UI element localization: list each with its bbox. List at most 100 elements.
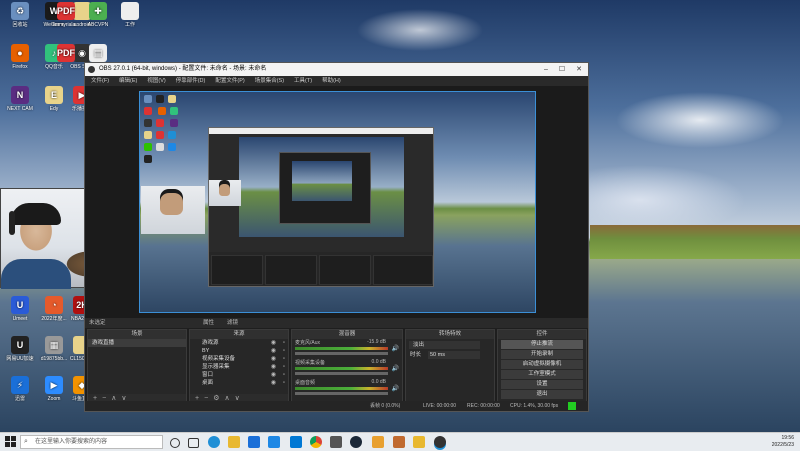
- channel-name: 麦克风/Aux: [295, 340, 321, 346]
- desktop-icon[interactable]: ♻ 回收站: [2, 2, 38, 28]
- mixer-channel: 视频采集设备 0.0 dB 🔊: [292, 359, 402, 379]
- source-item[interactable]: 桌面 ◉ ▫: [190, 379, 288, 387]
- channel-name: 视频采集设备: [295, 360, 326, 366]
- visibility-eye-icon[interactable]: ◉: [271, 339, 276, 347]
- visibility-eye-icon[interactable]: ◉: [271, 371, 276, 379]
- menu-item[interactable]: 场景集合(S): [255, 78, 284, 84]
- filters-button[interactable]: 滤镜: [227, 318, 238, 328]
- control-button[interactable]: 启动虚拟摄像机: [501, 360, 583, 369]
- vscode-icon[interactable]: [290, 436, 302, 448]
- visibility-eye-icon[interactable]: ◉: [271, 347, 276, 355]
- file-explorer-icon[interactable]: [228, 436, 240, 448]
- speaker-icon[interactable]: 🔊: [392, 385, 399, 392]
- system-clock[interactable]: 19:56 2022/5/23: [772, 435, 794, 449]
- source-label: 显示器采集: [202, 364, 230, 370]
- app-icon[interactable]: [330, 436, 342, 448]
- volume-slider[interactable]: [295, 392, 388, 395]
- transition-type-select[interactable]: 淡出: [409, 341, 480, 349]
- edge-icon[interactable]: [208, 436, 220, 448]
- desktop-icon[interactable]: ✚ ABCVPN: [80, 2, 116, 28]
- mixer-dock: 混音器 麦克风/Aux -15.9 dB 🔊 视频采集设备 0.0 dB 🔊 桌面音频 0.0…: [291, 329, 403, 405]
- speaker-icon[interactable]: 🔊: [392, 365, 399, 372]
- source-item[interactable]: BY ◉ ▫: [190, 347, 288, 355]
- speaker-icon[interactable]: 🔊: [392, 345, 399, 352]
- minimize-button[interactable]: –: [538, 63, 554, 76]
- menu-item[interactable]: 配置文件(P): [215, 78, 244, 84]
- tool-icon[interactable]: [393, 436, 405, 448]
- desktop-icon[interactable]: U Umeet: [2, 296, 38, 322]
- lock-icon[interactable]: ▫: [283, 363, 285, 371]
- taskbar: ⌕ 在这里输入你要搜索的内容 19:56 2022/5/23: [0, 432, 800, 451]
- control-button[interactable]: 工作室模式: [501, 370, 583, 379]
- steam-icon[interactable]: [350, 436, 362, 448]
- desktop-icon[interactable]: ▤: [80, 44, 116, 64]
- close-button[interactable]: ✕: [571, 63, 587, 76]
- source-item[interactable]: 显示器采集 ◉ ▫: [190, 363, 288, 371]
- mail-icon[interactable]: [248, 436, 260, 448]
- duration-row: 时长 50 ms: [406, 351, 494, 359]
- control-button[interactable]: 开始录制: [501, 350, 583, 359]
- control-button[interactable]: 停止推流: [501, 340, 583, 349]
- desktop-icon-label: Umeet: [12, 316, 28, 322]
- desktop-icon[interactable]: ● Firefox: [2, 44, 38, 70]
- lock-icon[interactable]: ▫: [283, 371, 285, 379]
- desktop-icon[interactable]: 工作: [112, 2, 148, 28]
- windows-start-icon[interactable]: [5, 436, 16, 447]
- desktop-icon[interactable]: PDF: [48, 44, 84, 64]
- desktop-icon[interactable]: N NEXT CAM: [2, 86, 38, 112]
- app-icon: ✚: [89, 2, 107, 20]
- window-title: OBS 27.0.1 (64-bit, windows) - 配置文件: 未命名…: [99, 66, 267, 72]
- mixer-channel: 麦克风/Aux -15.9 dB 🔊: [292, 339, 402, 359]
- desktop-icon[interactable]: U 网易UU加速: [2, 336, 38, 362]
- menu-item[interactable]: 视图(V): [147, 78, 165, 84]
- menu-item[interactable]: 帮助(H): [322, 78, 341, 84]
- properties-button[interactable]: 属性: [203, 318, 214, 328]
- taskbar-search[interactable]: ⌕ 在这里输入你要搜索的内容: [20, 435, 163, 449]
- app-icon: ▤: [89, 44, 107, 62]
- controls-dock: 控件 停止推流 开始录制 启动虚拟摄像机 工作室模式 设置 退出: [497, 329, 587, 405]
- volume-slider[interactable]: [295, 352, 388, 355]
- visibility-eye-icon[interactable]: ◉: [271, 363, 276, 371]
- obs-taskbar-icon[interactable]: [434, 436, 446, 448]
- visibility-eye-icon[interactable]: ◉: [271, 355, 276, 363]
- lock-icon[interactable]: ▫: [283, 347, 285, 355]
- chrome-icon[interactable]: [310, 436, 322, 448]
- preview-webcam: [141, 186, 205, 234]
- channel-volume: -15.9 dB: [367, 339, 386, 345]
- source-item[interactable]: 视频采集设备 ◉ ▫: [190, 355, 288, 363]
- cpu-usage: CPU: 1.4%, 30.00 fps: [510, 403, 559, 409]
- menu-item[interactable]: 停靠部件(D): [176, 78, 206, 84]
- lock-icon[interactable]: ▫: [283, 379, 285, 387]
- maximize-button[interactable]: ☐: [554, 63, 570, 76]
- app-icon: N: [11, 86, 29, 104]
- duration-input[interactable]: 50 ms: [428, 351, 480, 359]
- volume-meter: [295, 367, 388, 370]
- desktop-icon[interactable]: PDF timmyriala...: [48, 2, 84, 28]
- store-icon[interactable]: [268, 436, 280, 448]
- game-icon[interactable]: [372, 436, 384, 448]
- menu-item[interactable]: 文件(F): [91, 78, 109, 84]
- menu-item[interactable]: 编辑(E): [119, 78, 137, 84]
- app-icon: ◔: [45, 296, 63, 314]
- source-item[interactable]: 窗口 ◉ ▫: [190, 371, 288, 379]
- source-item[interactable]: 游戏源 ◉ ▫: [190, 339, 288, 347]
- volume-slider[interactable]: [295, 372, 388, 375]
- cortana-icon[interactable]: [170, 438, 180, 448]
- control-button[interactable]: 退出: [501, 390, 583, 399]
- desktop-icon[interactable]: ⚡ 迅雷: [2, 376, 38, 402]
- search-placeholder: 在这里输入你要搜索的内容: [35, 439, 108, 445]
- visibility-eye-icon[interactable]: ◉: [271, 379, 276, 387]
- menu-item[interactable]: 工具(T): [294, 78, 312, 84]
- scene-item[interactable]: 游戏直播: [88, 339, 186, 347]
- task-view-icon[interactable]: [188, 438, 199, 448]
- preview-desktop-icons: [142, 94, 186, 166]
- obs-window: OBS 27.0.1 (64-bit, windows) - 配置文件: 未命名…: [84, 62, 589, 412]
- lock-icon[interactable]: ▫: [283, 355, 285, 363]
- folder-icon[interactable]: [413, 436, 425, 448]
- lock-icon[interactable]: ▫: [283, 339, 285, 347]
- source-label: BY: [202, 348, 210, 354]
- control-button[interactable]: 设置: [501, 380, 583, 389]
- source-label: 游戏源: [202, 340, 219, 346]
- source-label: 窗口: [202, 372, 214, 378]
- program-preview[interactable]: [139, 91, 536, 313]
